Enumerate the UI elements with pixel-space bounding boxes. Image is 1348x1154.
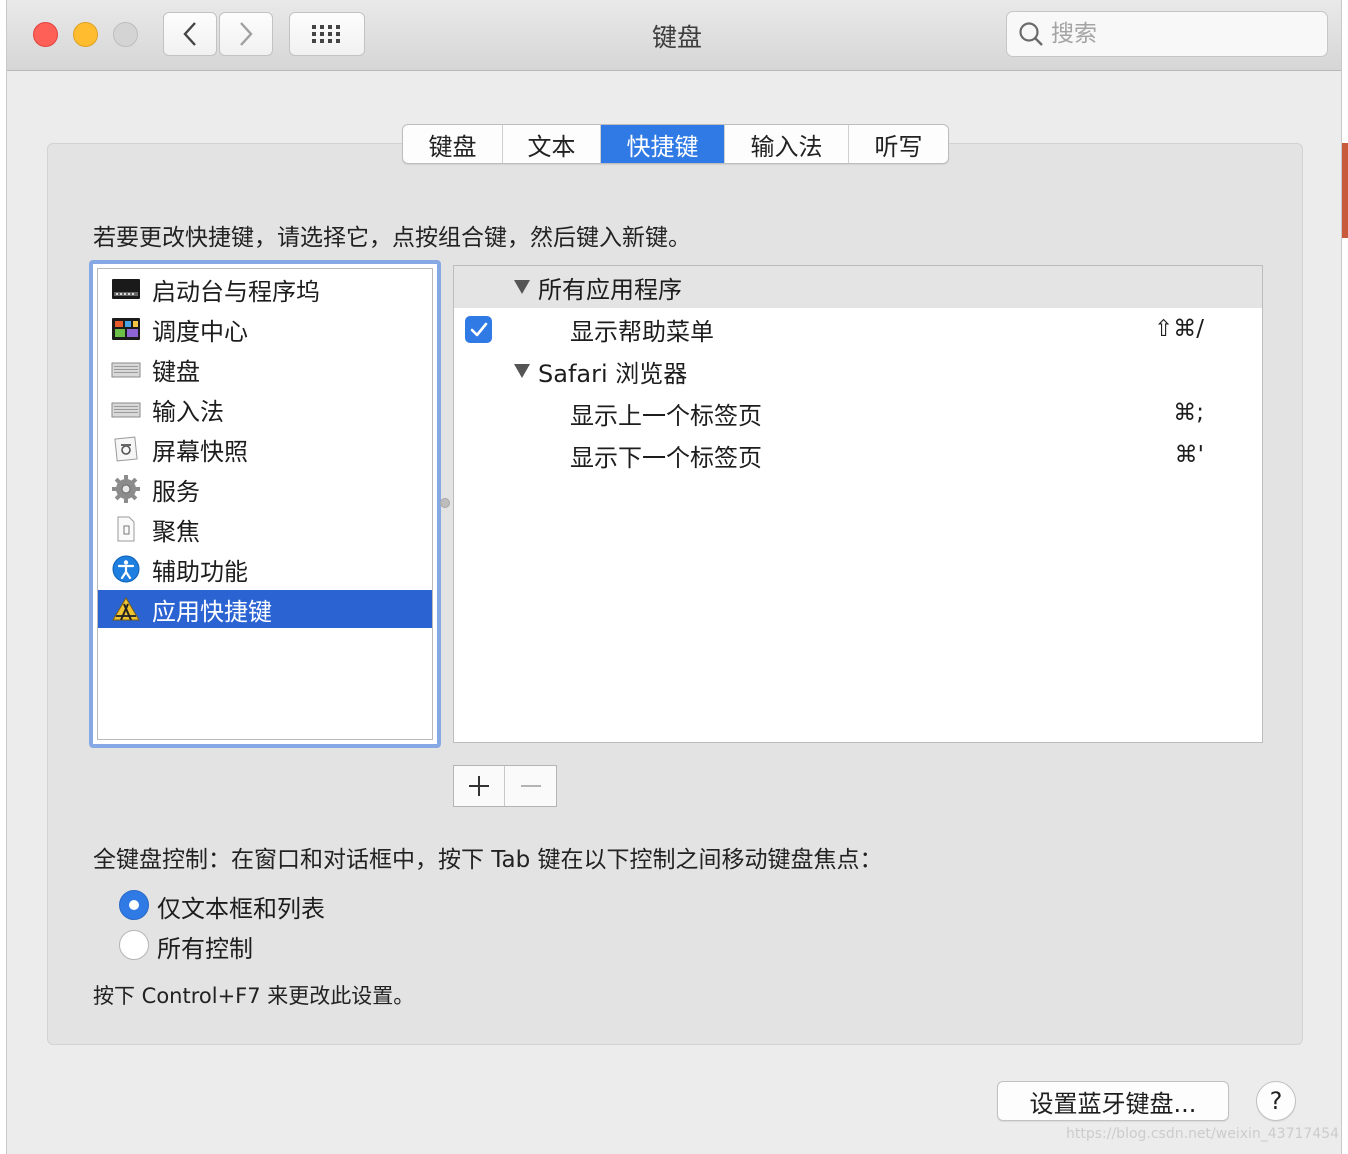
tab-text[interactable]: 文本	[503, 125, 601, 163]
category-spotlight[interactable]: 聚焦	[98, 510, 432, 548]
show-all-button[interactable]	[289, 12, 365, 56]
category-mission-control[interactable]: 调度中心	[98, 310, 432, 348]
group-label: Safari 浏览器	[538, 359, 688, 388]
window-title: 键盘	[651, 23, 702, 52]
accessibility-icon	[110, 555, 142, 583]
minimize-window-button[interactable]	[73, 22, 98, 47]
search-input[interactable]	[1051, 21, 1311, 47]
category-launchpad-dock[interactable]: 启动台与程序坞	[98, 270, 432, 308]
radio-label[interactable]: 所有控制	[157, 929, 253, 964]
split-view-handle[interactable]	[440, 498, 450, 508]
mission-control-icon	[110, 315, 142, 343]
category-label: 键盘	[152, 357, 200, 386]
add-shortcut-button[interactable]	[454, 766, 506, 806]
input-source-icon	[110, 395, 142, 423]
tab-keyboard[interactable]: 键盘	[403, 125, 503, 163]
plus-icon	[469, 776, 489, 796]
enabled-checkbox[interactable]	[465, 316, 492, 343]
checkmark-icon	[470, 322, 487, 336]
group-label: 所有应用程序	[538, 275, 682, 304]
category-label: 调度中心	[152, 317, 248, 346]
category-input-sources[interactable]: 输入法	[98, 390, 432, 428]
tab-dictation[interactable]: 听写	[849, 125, 948, 163]
category-label: 启动台与程序坞	[152, 277, 320, 306]
title-bar: 键盘	[7, 0, 1341, 71]
background-window-edge	[1342, 143, 1348, 238]
category-label: 应用快捷键	[152, 597, 272, 626]
radio-label[interactable]: 仅文本框和列表	[157, 889, 325, 924]
shortcut-keys[interactable]: ⌘'	[1175, 442, 1204, 468]
grid-icon	[312, 25, 340, 43]
back-button[interactable]	[163, 12, 217, 56]
spotlight-icon	[110, 515, 142, 543]
tab-shortcuts[interactable]: 快捷键	[601, 125, 725, 163]
shortcut-keys[interactable]: ⌘;	[1173, 400, 1204, 426]
category-label: 服务	[152, 477, 200, 506]
category-app-shortcuts[interactable]: 应用快捷键	[98, 590, 432, 628]
group-safari-row[interactable]: Safari 浏览器	[454, 350, 1262, 392]
category-keyboard[interactable]: 键盘	[98, 350, 432, 388]
app-shortcuts-icon	[110, 595, 142, 623]
forward-button[interactable]	[219, 12, 273, 56]
shortcut-name: 显示上一个标签页	[570, 401, 762, 430]
shortcut-row[interactable]: 显示下一个标签页 ⌘'	[454, 434, 1262, 476]
disclosure-triangle-icon[interactable]	[514, 364, 530, 378]
zoom-window-button[interactable]	[113, 22, 138, 47]
help-button[interactable]: ?	[1256, 1081, 1296, 1121]
search-icon	[1019, 22, 1043, 46]
watermark: https://blog.csdn.net/weixin_43717454	[1066, 1126, 1340, 1142]
category-label: 输入法	[152, 397, 224, 426]
full-keyboard-access-label: 全键盘控制：在窗口和对话框中，按下 Tab 键在以下控制之间移动键盘焦点：	[93, 847, 883, 873]
instruction-text: 若要更改快捷键，请选择它，点按组合键，然后键入新键。	[93, 225, 691, 251]
search-field[interactable]	[1006, 11, 1328, 57]
disclosure-triangle-icon[interactable]	[514, 280, 530, 294]
close-window-button[interactable]	[33, 22, 58, 47]
category-label: 辅助功能	[152, 557, 248, 586]
chevron-left-icon	[183, 22, 196, 46]
chevron-right-icon	[240, 22, 253, 46]
category-screenshot[interactable]: 屏幕快照	[98, 430, 432, 468]
tab-input-sources[interactable]: 输入法	[725, 125, 849, 163]
setup-bluetooth-keyboard-button[interactable]: 设置蓝牙键盘...	[997, 1081, 1229, 1121]
shortcut-category-list[interactable]: 启动台与程序坞 调度中心 键盘 输入法 屏幕快照 服务 聚焦 辅助功能 应用快捷…	[89, 260, 441, 748]
shortcut-list[interactable]: 所有应用程序 显示帮助菜单 ⇧⌘/ Safari 浏览器 显示上一个标签页 ⌘;…	[453, 265, 1263, 743]
category-label: 屏幕快照	[152, 437, 248, 466]
shortcut-name: 显示帮助菜单	[570, 317, 714, 346]
tab-bar: 键盘 文本 快捷键 输入法 听写	[402, 124, 949, 164]
shortcut-keys[interactable]: ⇧⌘/	[1154, 316, 1204, 342]
remove-shortcut-button[interactable]	[505, 766, 556, 806]
screenshot-icon	[110, 435, 142, 463]
category-accessibility[interactable]: 辅助功能	[98, 550, 432, 588]
category-services[interactable]: 服务	[98, 470, 432, 508]
gear-icon	[110, 475, 142, 503]
system-preferences-window: 键盘 键盘 文本 快捷键 输入法 听写 若要更改快捷键，请选择它，点按组合键，然…	[6, 0, 1342, 1154]
launchpad-dock-icon	[110, 275, 142, 303]
shortcut-name: 显示下一个标签页	[570, 443, 762, 472]
keyboard-icon	[110, 355, 142, 383]
minus-icon	[520, 785, 541, 787]
radio-all-controls[interactable]	[119, 930, 149, 960]
add-remove-control	[453, 765, 557, 807]
shortcut-hint: 按下 Control+F7 来更改此设置。	[93, 984, 415, 1008]
radio-text-boxes-lists[interactable]	[119, 890, 149, 920]
shortcut-row[interactable]: 显示帮助菜单 ⇧⌘/	[454, 308, 1262, 350]
category-label: 聚焦	[152, 517, 200, 546]
shortcut-row[interactable]: 显示上一个标签页 ⌘;	[454, 392, 1262, 434]
group-all-apps-row[interactable]: 所有应用程序	[454, 266, 1262, 308]
